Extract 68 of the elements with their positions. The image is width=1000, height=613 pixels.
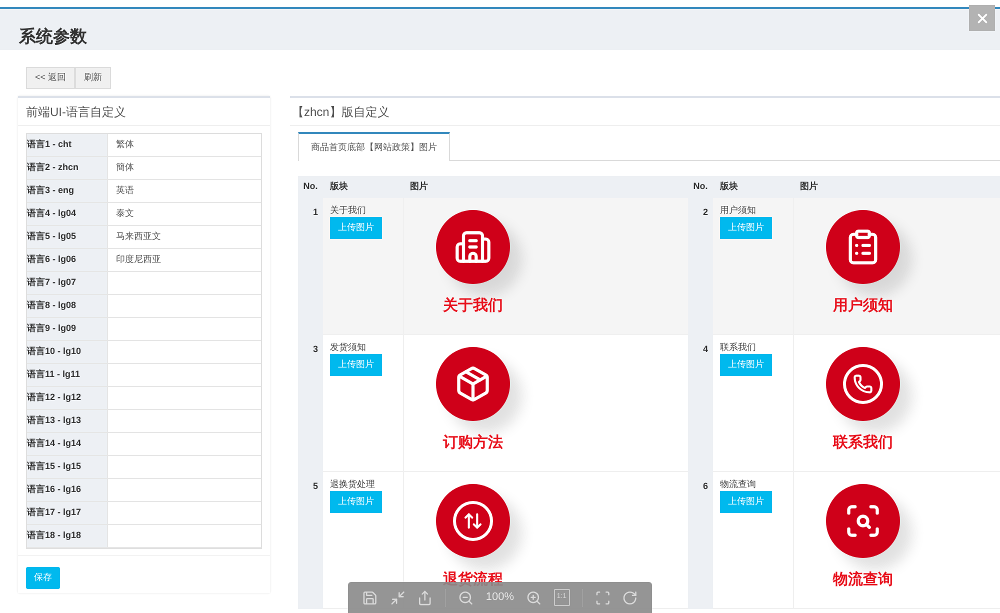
zoom-level: 100% xyxy=(486,590,514,606)
language-value-field[interactable]: 繁体 xyxy=(107,134,261,156)
column-header: No. xyxy=(688,176,713,198)
up-down-arrows-icon xyxy=(453,501,493,541)
image-caption: 物流查询 xyxy=(833,572,893,587)
block-name: 关于我们 xyxy=(330,206,366,215)
block-name: 退换货处理 xyxy=(330,480,375,489)
block-name: 用户须知 xyxy=(720,206,756,215)
panel-title: 【zhcn】版自定义 xyxy=(292,104,390,120)
language-value-field[interactable]: 英语 xyxy=(107,180,261,202)
zoom-out-icon[interactable] xyxy=(458,590,474,606)
building-icon xyxy=(454,228,492,266)
language-value-field[interactable]: 泰文 xyxy=(107,203,261,225)
close-button[interactable] xyxy=(969,5,995,31)
language-label: 语言14 - lg14 xyxy=(27,433,107,455)
language-label: 语言15 - lg15 xyxy=(27,456,107,478)
zoom-in-icon[interactable] xyxy=(526,590,542,606)
block-name: 联系我们 xyxy=(720,343,756,352)
row-number: 6 xyxy=(688,472,713,609)
image-caption: 关于我们 xyxy=(443,298,503,313)
row-number: 5 xyxy=(298,472,323,609)
column-header: 版块 xyxy=(323,176,403,198)
column-header: No. xyxy=(298,176,323,198)
language-label: 语言16 - lg16 xyxy=(27,479,107,501)
tab[interactable]: 商品首页底部【网站政策】图片 xyxy=(298,132,450,161)
row-number: 4 xyxy=(688,335,713,472)
image-caption: 联系我们 xyxy=(833,435,893,450)
magnifier-icon xyxy=(844,502,882,540)
language-value-field[interactable]: 马来西亚文 xyxy=(107,226,261,248)
language-label: 语言4 - lg04 xyxy=(27,203,107,225)
language-label: 语言9 - lg09 xyxy=(27,318,107,340)
toolbar-button[interactable]: 刷新 xyxy=(75,67,112,89)
share-icon[interactable] xyxy=(417,590,434,606)
language-label: 语言8 - lg08 xyxy=(27,295,107,317)
toolbar-button[interactable]: << 返回 xyxy=(26,67,76,89)
language-label: 语言1 - cht xyxy=(27,134,107,156)
language-value-field[interactable]: 印度尼西亚 xyxy=(107,249,261,271)
column-header: 图片 xyxy=(793,176,1000,198)
shrink-icon[interactable] xyxy=(390,590,406,606)
language-label: 语言6 - lg06 xyxy=(27,249,107,271)
language-label: 语言5 - lg05 xyxy=(27,226,107,248)
language-label: 语言11 - lg11 xyxy=(27,364,107,386)
language-label: 语言13 - lg13 xyxy=(27,410,107,432)
image-caption: 退货流程 xyxy=(443,572,503,587)
panel-title: 前端UI-语言自定义 xyxy=(26,104,126,120)
rotate-icon[interactable] xyxy=(622,590,638,606)
column-header: 版块 xyxy=(713,176,793,198)
fit-screen-icon[interactable] xyxy=(594,590,610,606)
column-header: 图片 xyxy=(403,176,688,198)
language-label: 语言12 - lg12 xyxy=(27,387,107,409)
language-label: 语言17 - lg17 xyxy=(27,502,107,524)
language-label: 语言7 - lg07 xyxy=(27,272,107,294)
language-label: 语言18 - lg18 xyxy=(27,525,107,547)
block-name: 物流查询 xyxy=(720,480,756,489)
language-value-field[interactable]: 簡体 xyxy=(107,157,261,179)
language-label: 语言2 - zhcn xyxy=(27,157,107,179)
save-icon[interactable] xyxy=(362,590,378,606)
row-number: 1 xyxy=(298,198,323,335)
row-number: 3 xyxy=(298,335,323,472)
row-number: 2 xyxy=(688,198,713,335)
language-label: 语言3 - eng xyxy=(27,180,107,202)
box-icon xyxy=(454,365,492,403)
language-label: 语言10 - lg10 xyxy=(27,341,107,363)
image-caption: 用户须知 xyxy=(833,298,893,313)
phone-icon xyxy=(843,364,883,404)
block-name: 发货须知 xyxy=(330,343,366,352)
window-title: 系统参数 xyxy=(19,26,87,48)
image-caption: 订购方法 xyxy=(443,435,503,450)
